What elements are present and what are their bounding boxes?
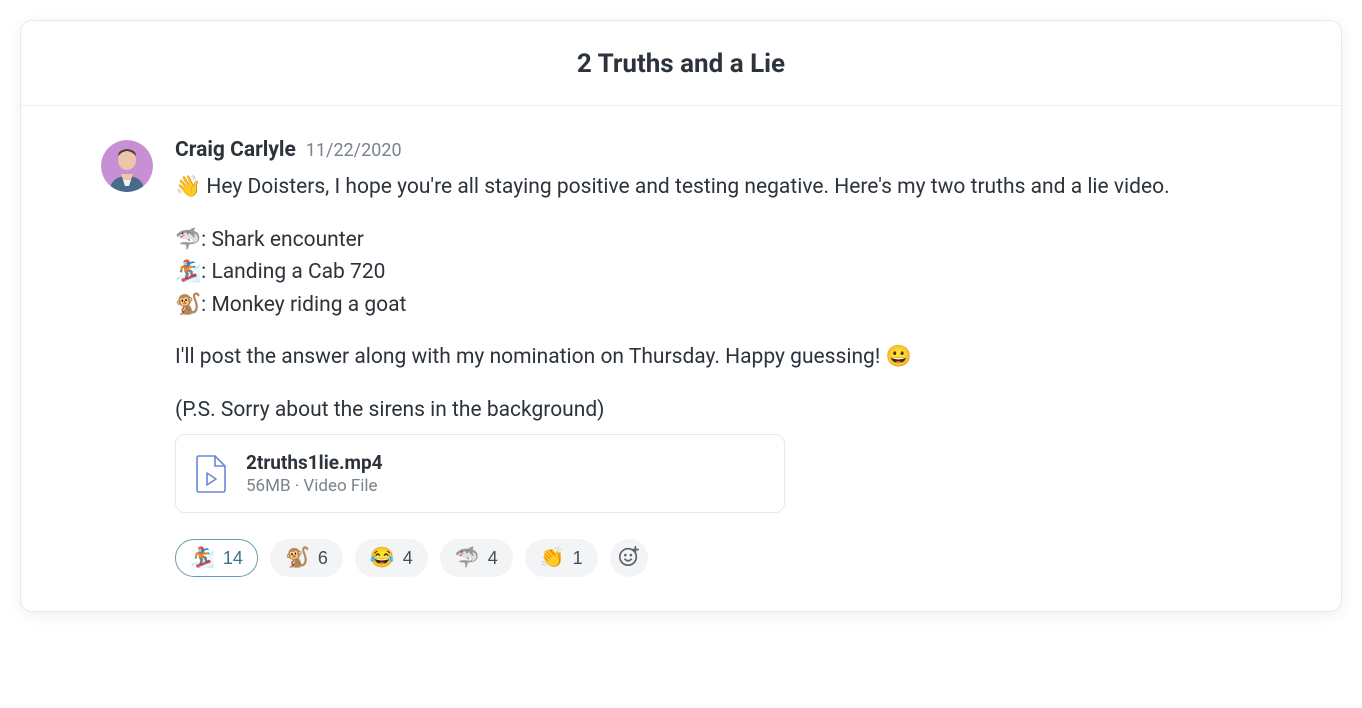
clap-icon: 👏 — [540, 548, 565, 568]
reaction-clap[interactable]: 👏 1 — [525, 539, 598, 577]
reaction-count: 4 — [488, 548, 498, 569]
facts-list: 🦈: Shark encounter 🏂: Landing a Cab 720 … — [175, 224, 1261, 322]
smile-icon: 😀 — [885, 345, 911, 369]
reaction-monkey[interactable]: 🐒 6 — [270, 539, 343, 577]
message-meta: Craig Carlyle 11/22/2020 — [175, 138, 1261, 163]
reaction-joy[interactable]: 😂 4 — [355, 539, 428, 577]
thread-header: 2 Truths and a Lie — [21, 21, 1341, 106]
joy-icon: 😂 — [370, 548, 395, 568]
attachment[interactable]: 2truths1lie.mp4 56MB · Video File — [175, 434, 785, 513]
shark-icon: 🦈 — [455, 548, 480, 568]
thread-title: 2 Truths and a Lie — [41, 49, 1321, 79]
reaction-count: 6 — [318, 548, 328, 569]
ps-paragraph: (P.S. Sorry about the sirens in the back… — [175, 394, 1261, 427]
intro-paragraph: 👋 Hey Doisters, I hope you're all stayin… — [175, 171, 1261, 204]
monkey-icon: 🐒 — [175, 293, 201, 317]
thread-card: 2 Truths and a Lie — [20, 20, 1342, 612]
snowboarder-icon: 🏂 — [190, 548, 215, 568]
fact-line: 🐒: Monkey riding a goat — [175, 289, 1261, 322]
shark-icon: 🦈 — [175, 228, 201, 252]
message: Craig Carlyle 11/22/2020 👋 Hey Doisters,… — [101, 138, 1261, 577]
reaction-count: 1 — [573, 548, 583, 569]
reaction-count: 4 — [403, 548, 413, 569]
message-author[interactable]: Craig Carlyle — [175, 138, 296, 162]
reaction-count: 14 — [223, 548, 243, 569]
add-reaction-icon — [618, 545, 640, 572]
attachment-meta: 56MB · Video File — [246, 476, 383, 496]
fact-line: 🦈: Shark encounter — [175, 224, 1261, 257]
attachment-filename: 2truths1lie.mp4 — [246, 451, 383, 476]
message-body: 👋 Hey Doisters, I hope you're all stayin… — [175, 171, 1261, 426]
reaction-shark[interactable]: 🦈 4 — [440, 539, 513, 577]
wave-icon: 👋 — [175, 175, 201, 199]
snowboarder-icon: 🏂 — [175, 260, 201, 284]
avatar[interactable] — [101, 140, 153, 192]
message-date: 11/22/2020 — [306, 140, 402, 161]
reactions-bar: 🏂 14 🐒 6 😂 4 🦈 4 — [175, 539, 1261, 577]
video-file-icon — [196, 455, 226, 493]
add-reaction-button[interactable] — [610, 539, 648, 577]
monkey-icon: 🐒 — [285, 548, 310, 568]
outro-paragraph: I'll post the answer along with my nomin… — [175, 341, 1261, 374]
fact-line: 🏂: Landing a Cab 720 — [175, 256, 1261, 289]
intro-text: Hey Doisters, I hope you're all staying … — [201, 175, 1170, 199]
reaction-snowboarder[interactable]: 🏂 14 — [175, 539, 258, 577]
